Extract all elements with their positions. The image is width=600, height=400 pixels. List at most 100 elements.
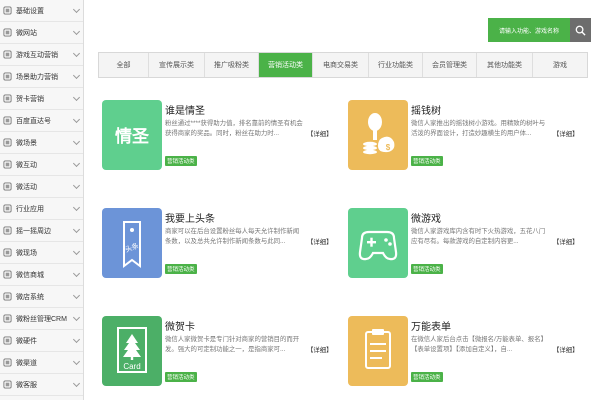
tab-item[interactable]: 推广吸粉类: [205, 53, 259, 77]
card-title[interactable]: 万能表单: [411, 318, 451, 333]
tab-item[interactable]: 营销活动类: [259, 53, 313, 77]
card-title[interactable]: 微贺卡: [165, 318, 195, 333]
sidebar-item[interactable]: 场景助力营销: [0, 66, 83, 88]
app-card[interactable]: 情圣 谁是情圣粉丝通过****获得助力值，排名靠前的情圣有机会获得商家的奖品。同时…: [102, 100, 342, 190]
sidebar-item-label: 行业应用: [16, 205, 44, 213]
greeting-card-icon[interactable]: Card: [102, 316, 162, 386]
category-badge: 营销活动类: [411, 264, 443, 274]
form-clipboard-icon[interactable]: [348, 316, 408, 386]
search-input[interactable]: 请输入功能、游戏名称: [488, 18, 570, 42]
qingsheng-icon[interactable]: 情圣: [102, 100, 162, 170]
tab-item[interactable]: 游戏: [533, 53, 587, 77]
sidebar-item[interactable]: 百度直达号: [0, 110, 83, 132]
sidebar-item[interactable]: 微客服: [0, 374, 83, 396]
screen-icon: [3, 248, 12, 257]
gamepad-icon: [3, 50, 12, 59]
search-icon: [575, 25, 586, 36]
shake-icon: [3, 226, 12, 235]
app-card[interactable]: Card 微贺卡微信人家微贺卡是专门针对商家的营销目的而开发。强大的可定制功能之一…: [102, 316, 342, 400]
sidebar-item-label: 微场景: [16, 139, 37, 147]
sidebar-item[interactable]: 微渠道: [0, 352, 83, 374]
sidebar-item[interactable]: 微现场: [0, 242, 83, 264]
sidebar-item-label: 微互动: [16, 161, 37, 169]
tab-item[interactable]: 宣传展示类: [149, 53, 205, 77]
sidebar-item[interactable]: 微硬件: [0, 330, 83, 352]
card-description: 粉丝通过****获得助力值，排名靠前的情圣有机会获得商家的奖品。同时，粉丝在助力…: [165, 120, 303, 137]
money-tree-icon[interactable]: $: [348, 100, 408, 170]
sidebar-item-label: 微店系统: [16, 293, 44, 301]
wrench-icon: [3, 6, 12, 15]
sidebar: 基础设置微网站游戏互动营销 场景助力营销贺卡营销百度直达号微场景微互动微活动行业应…: [0, 0, 84, 400]
sidebar-item[interactable]: 微互动: [0, 154, 83, 176]
sidebar-item-label: 微现场: [16, 249, 37, 257]
sidebar-item[interactable]: 游戏互动营销: [0, 44, 83, 66]
thumb-text: Card: [123, 362, 140, 371]
gamepad-icon[interactable]: [348, 208, 408, 278]
sidebar-item-label: 微渠道: [16, 359, 37, 367]
card-description: 微信人家游戏库内含有时下火热游戏，五花八门应有尽有。每款游戏的自定制内容更...: [411, 228, 546, 245]
globe-icon: [3, 28, 12, 37]
sidebar-item[interactable]: 基础设置: [0, 0, 83, 22]
sidebar-item[interactable]: 贺卡营销: [0, 88, 83, 110]
card-detail-link[interactable]: 【详细】: [307, 237, 333, 246]
app-card[interactable]: $ 摇钱树微信人家推出的摇钱树小游戏。用精致的树叶与活泼的界面设计，打造妙趣横生的…: [348, 100, 588, 190]
briefcase-icon: [3, 204, 12, 213]
store-icon: [3, 292, 12, 301]
sidebar-item[interactable]: 微场景: [0, 132, 83, 154]
app-card[interactable]: 万能表单在微信人家后台点击【微报名/万能表单、报名】【表单设置项】【添加自定义】…: [348, 316, 588, 400]
svg-text:$: $: [386, 143, 391, 152]
search-button[interactable]: [570, 18, 591, 42]
flag-icon: [3, 182, 12, 191]
card-detail-link[interactable]: 【详细】: [307, 129, 333, 138]
sidebar-item-label: 基础设置: [16, 7, 44, 15]
card-description: 微信人家推出的摇钱树小游戏。用精致的树叶与活泼的界面设计，打造妙趣横生的用户体.…: [411, 120, 546, 137]
channel-icon: [3, 358, 12, 367]
tab-item[interactable]: 其他功能类: [477, 53, 533, 77]
card-description: 在微信人家后台点击【微报名/万能表单、报名】【表单设置项】【添加自定义】，自..…: [411, 336, 547, 353]
card-title[interactable]: 谁是情圣: [165, 102, 205, 117]
search-bar: 请输入功能、游戏名称: [488, 18, 591, 42]
tab-item[interactable]: 行业功能类: [369, 53, 423, 77]
category-tabs: 全部 宣传展示类 推广吸粉类 营销活动类 电商交易类 行业功能类 会员管理类 其他功能类 游戏: [98, 52, 588, 78]
card-detail-link[interactable]: 【详细】: [553, 345, 579, 354]
category-badge: 营销活动类: [411, 156, 443, 166]
card-title[interactable]: 我要上头条: [165, 210, 215, 225]
category-badge: 营销活动类: [165, 156, 197, 166]
sidebar-item[interactable]: 微网站: [0, 22, 83, 44]
card-detail-link[interactable]: 【详细】: [553, 129, 579, 138]
sidebar-item-label: 微网站: [16, 29, 37, 37]
sidebar-item[interactable]: 微粉丝管理CRM: [0, 308, 83, 330]
card-detail-link[interactable]: 【详细】: [553, 237, 579, 246]
sidebar-item-label: 微客服: [16, 381, 37, 389]
card-title[interactable]: 摇钱树: [411, 102, 441, 117]
sidebar-item-label: 场景助力营销: [16, 73, 58, 81]
headline-tag-icon[interactable]: 头条: [102, 208, 162, 278]
card-description: 微信人家微贺卡是专门针对商家的营销目的而开发。强大的可定制功能之一，是指商家可.…: [165, 336, 300, 353]
scene-icon: [3, 72, 12, 81]
sidebar-item-label: 微粉丝管理CRM: [16, 315, 67, 323]
category-badge: 营销活动类: [411, 372, 443, 382]
users-icon: [3, 314, 12, 323]
card-description: 商家可以在后台设置粉丝每人每天允许制作新闻条数，以及总共允许制作新闻条数与此同.…: [165, 228, 300, 245]
category-badge: 营销活动类: [165, 264, 197, 274]
app-card[interactable]: 头条 我要上头条商家可以在后台设置粉丝每人每天允许制作新闻条数，以及总共允许制作新…: [102, 208, 342, 298]
sidebar-item[interactable]: 微信商城: [0, 264, 83, 286]
sidebar-item[interactable]: 微店系统: [0, 286, 83, 308]
app-card[interactable]: 微游戏微信人家游戏库内含有时下火热游戏，五花八门应有尽有。每款游戏的自定制内容更…: [348, 208, 588, 298]
card-detail-link[interactable]: 【详细】: [307, 345, 333, 354]
chip-icon: [3, 336, 12, 345]
card-title[interactable]: 微游戏: [411, 210, 441, 225]
sidebar-item[interactable]: 行业应用: [0, 198, 83, 220]
thumb-text: 情圣: [115, 126, 150, 146]
sidebar-item-label: 游戏互动营销: [16, 51, 58, 59]
service-icon: [3, 380, 12, 389]
chat-icon: [3, 160, 12, 169]
tab-item[interactable]: 电商交易类: [313, 53, 369, 77]
sidebar-item[interactable]: 摇一摇周边: [0, 220, 83, 242]
sidebar-item[interactable]: 微活动: [0, 176, 83, 198]
tab-item[interactable]: 全部: [99, 53, 149, 77]
sidebar-item-label: 微信商城: [16, 271, 44, 279]
sidebar-item-label: 微硬件: [16, 337, 37, 345]
sidebar-item-label: 百度直达号: [16, 117, 51, 125]
tab-item[interactable]: 会员管理类: [423, 53, 477, 77]
